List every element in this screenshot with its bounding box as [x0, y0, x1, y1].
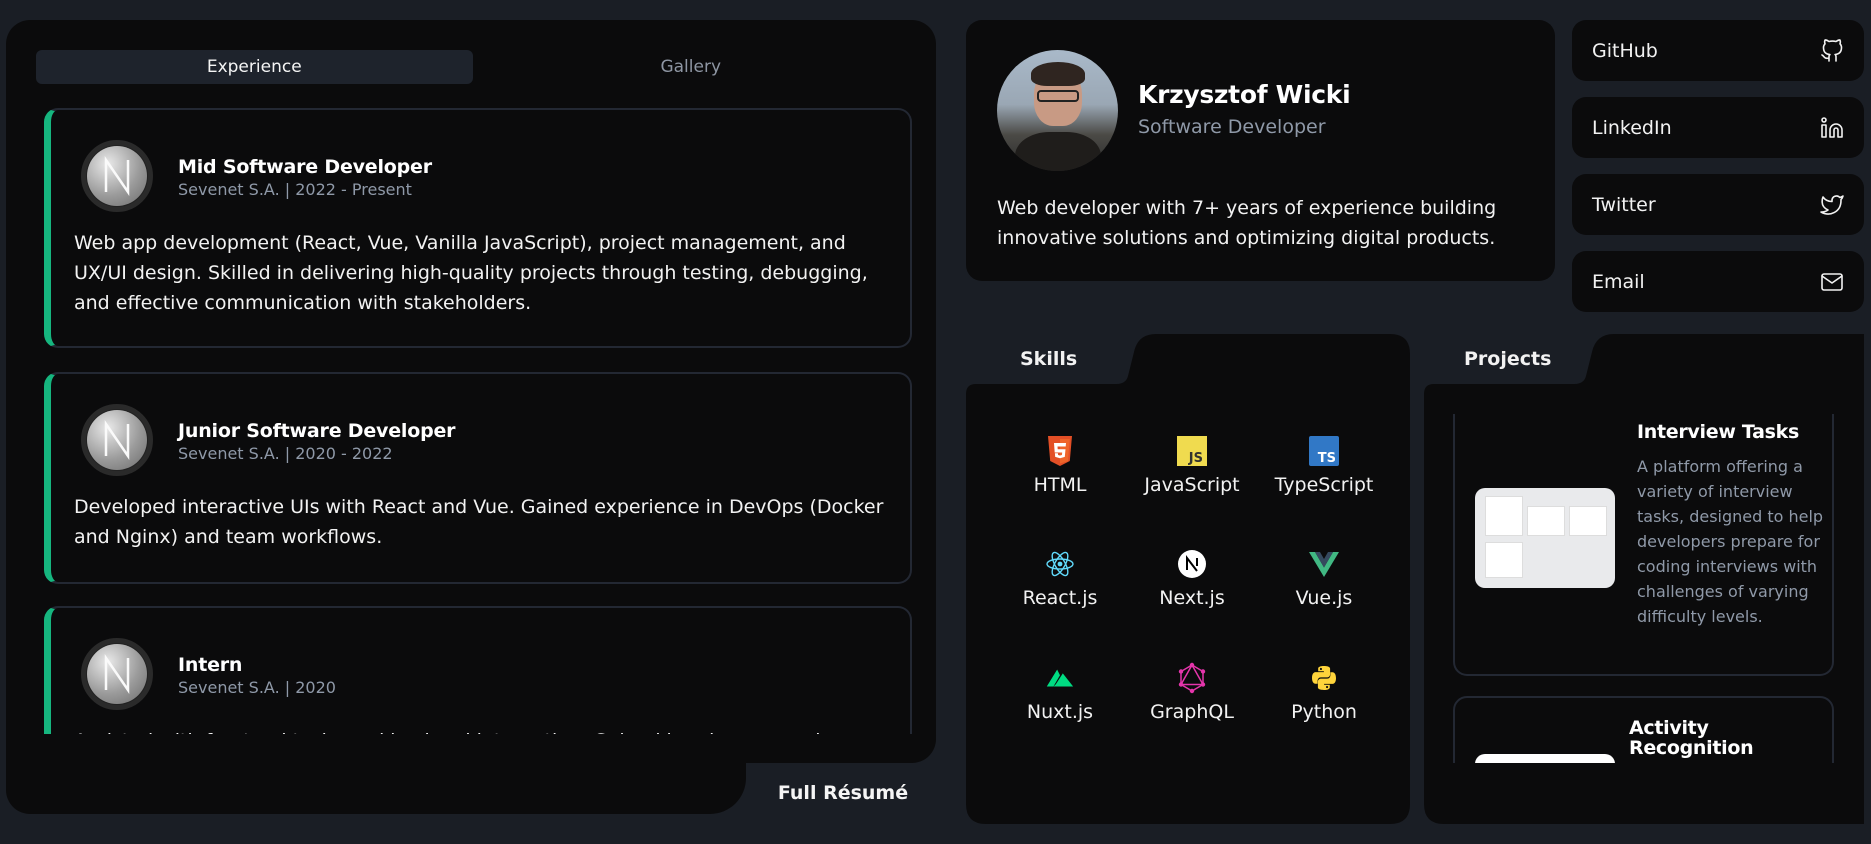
skill-item: Next.js — [1126, 541, 1258, 654]
skill-name: Nuxt.js — [1026, 700, 1094, 723]
experience-item: Intern Sevenet S.A. | 2020 Assisted with… — [44, 606, 912, 734]
tab-bar: Experience Gallery — [36, 50, 909, 84]
experience-item: Mid Software Developer Sevenet S.A. | 20… — [44, 108, 912, 348]
experience-card-footer — [6, 720, 746, 814]
email-link[interactable]: Email — [1572, 251, 1864, 312]
project-title: Activity Recognition — [1629, 717, 1754, 759]
twitter-link[interactable]: Twitter — [1572, 174, 1864, 235]
company-logo — [81, 140, 153, 212]
experience-meta: Sevenet S.A. | 2022 - Present — [178, 180, 412, 199]
react-icon — [1046, 552, 1074, 577]
skills-tab-label: Skills — [1020, 348, 1078, 370]
profile-bio: Web developer with 7+ years of experienc… — [997, 197, 1497, 249]
project-card[interactable]: Activity Recognition — [1453, 696, 1834, 763]
skill-name: TypeScript — [1274, 474, 1374, 496]
company-logo — [81, 404, 153, 476]
experience-meta: Sevenet S.A. | 2020 - 2022 — [178, 444, 393, 463]
profile-card: Krzysztof Wicki Software Developer Web d… — [966, 20, 1555, 281]
twitter-label: Twitter — [1592, 193, 1656, 216]
skill-item: JS JavaScript — [1126, 428, 1258, 541]
skill-name: Vue.js — [1295, 587, 1353, 610]
full-resume-button[interactable]: Full Résumé — [748, 775, 938, 811]
skill-name: Python — [1291, 700, 1357, 723]
skill-item: HTML — [994, 428, 1126, 541]
graphql-icon — [1178, 662, 1206, 693]
svg-text:TS: TS — [1318, 451, 1336, 466]
projects-list[interactable]: Interview Tasks A platform offering a va… — [1453, 414, 1836, 763]
skill-item: Vue.js — [1258, 541, 1390, 654]
tab-gallery[interactable]: Gallery — [473, 50, 910, 84]
github-icon — [1821, 38, 1843, 62]
experience-item: Junior Software Developer Sevenet S.A. |… — [44, 372, 912, 584]
linkedin-link[interactable]: LinkedIn — [1572, 97, 1864, 158]
skills-grid: HTML JS JavaScript TS TypeScript React.j… — [994, 428, 1390, 768]
mail-icon — [1821, 272, 1843, 291]
projects-tab-label: Projects — [1464, 348, 1552, 370]
github-link[interactable]: GitHub — [1572, 20, 1864, 81]
linkedin-icon — [1821, 116, 1843, 138]
skill-name: Next.js — [1159, 587, 1225, 610]
experience-title: Mid Software Developer — [178, 156, 432, 178]
nextjs-icon — [1178, 550, 1206, 579]
linkedin-label: LinkedIn — [1592, 116, 1672, 139]
html5-icon — [1048, 436, 1072, 466]
project-description: A platform offering a variety of intervi… — [1637, 457, 1824, 626]
twitter-icon — [1820, 194, 1844, 215]
profile-role: Software Developer — [1138, 116, 1326, 138]
experience-description: Web app development (React, Vue, Vanilla… — [74, 232, 868, 314]
nuxt-icon — [1046, 669, 1074, 687]
python-icon — [1312, 665, 1336, 690]
skill-item: TS TypeScript — [1258, 428, 1390, 541]
skill-item: Python — [1258, 655, 1390, 768]
experience-title: Intern — [178, 654, 243, 676]
experience-description: Developed interactive UIs with React and… — [74, 496, 884, 548]
company-logo — [81, 638, 153, 710]
typescript-icon: TS — [1309, 436, 1339, 466]
experience-description: Assisted with frontend tasks and backend… — [74, 726, 894, 734]
experience-title: Junior Software Developer — [178, 420, 456, 442]
experience-list[interactable]: Mid Software Developer Sevenet S.A. | 20… — [36, 106, 914, 734]
skill-name: React.js — [1022, 587, 1098, 610]
project-thumbnail — [1475, 488, 1615, 588]
skill-name: JavaScript — [1144, 474, 1240, 496]
skill-name: GraphQL — [1150, 700, 1234, 723]
github-label: GitHub — [1592, 39, 1658, 62]
sevenet-n-icon — [104, 156, 130, 196]
sevenet-n-icon — [104, 654, 130, 694]
vue-icon — [1309, 552, 1339, 578]
profile-name: Krzysztof Wicki — [1138, 80, 1351, 109]
experience-panel: Experience Gallery Mid Software Develope… — [6, 20, 936, 814]
svg-text:JS: JS — [1188, 451, 1203, 466]
skill-item: React.js — [994, 541, 1126, 654]
project-card[interactable]: Interview Tasks A platform offering a va… — [1453, 414, 1834, 676]
sevenet-n-icon — [104, 420, 130, 460]
project-thumbnail — [1475, 754, 1615, 763]
skill-name: HTML — [1033, 474, 1087, 496]
skill-item: Nuxt.js — [994, 655, 1126, 768]
skill-item: GraphQL — [1126, 655, 1258, 768]
email-label: Email — [1592, 270, 1645, 293]
experience-meta: Sevenet S.A. | 2020 — [178, 678, 336, 697]
project-title: Interview Tasks — [1637, 421, 1799, 443]
javascript-icon: JS — [1177, 436, 1207, 466]
tab-experience[interactable]: Experience — [36, 50, 473, 84]
avatar — [997, 50, 1118, 171]
